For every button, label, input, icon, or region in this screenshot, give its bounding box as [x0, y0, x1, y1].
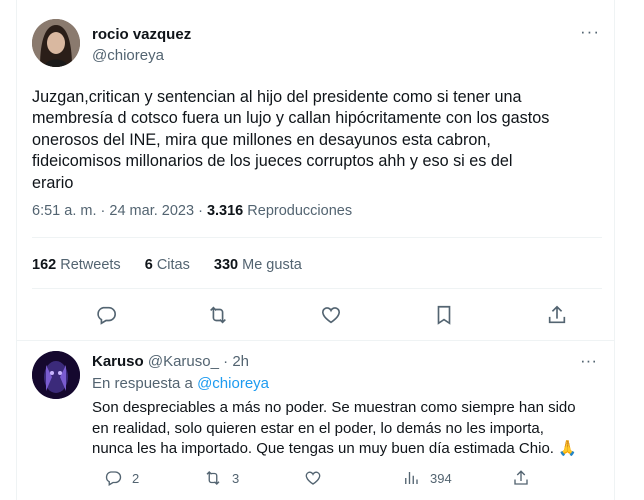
reply-replies-count: 2 [132, 470, 140, 486]
reply-text: Son despreciables a más no poder. Se mue… [92, 399, 577, 457]
bookmark-icon[interactable] [430, 301, 458, 329]
reply-time[interactable]: 2h [232, 353, 249, 370]
like-icon[interactable] [317, 301, 345, 329]
reply-share-button[interactable] [512, 467, 530, 489]
tweet-date[interactable]: 24 mar. 2023 [109, 203, 194, 219]
meta-separator: · [198, 203, 203, 219]
like-icon [304, 469, 322, 487]
reply-author-name[interactable]: Karuso [92, 353, 144, 370]
tweet-time[interactable]: 6:51 a. m. [32, 203, 96, 219]
reply-retweet-button[interactable]: 3 [204, 467, 239, 489]
tweet-meta: 6:51 a. m. · 24 mar. 2023 · 3.316 Reprod… [32, 203, 352, 219]
divider [17, 340, 614, 341]
retweet-icon[interactable] [204, 301, 232, 329]
reply-retweets-count: 3 [232, 470, 240, 486]
views-count: 3.316 [206, 203, 244, 219]
tweet-text: Juzgan,critican y sentencian al hijo del… [32, 88, 550, 192]
divider [32, 288, 602, 289]
share-icon[interactable] [543, 301, 571, 329]
reply-header: Karuso @Karuso_ · 2h [92, 353, 249, 370]
share-icon [512, 469, 530, 487]
meta-separator: · [100, 203, 106, 219]
likes-stat[interactable]: 330 Me gusta [214, 257, 302, 273]
reply-actions: 2 3 394 [92, 467, 592, 489]
retweets-stat[interactable]: 162 Retweets [32, 257, 121, 273]
author-handle[interactable]: @chioreya [92, 47, 164, 64]
reply-icon[interactable] [92, 301, 120, 329]
views-icon [402, 469, 420, 487]
author-avatar[interactable] [32, 19, 80, 67]
reply-icon [104, 469, 122, 487]
reply-views-button[interactable]: 394 [402, 467, 452, 489]
more-options-button[interactable]: ··· [580, 23, 600, 40]
in-reply-to: En respuesta a @chioreya [92, 375, 269, 392]
retweet-icon [204, 469, 222, 487]
reply-like-button[interactable] [304, 467, 332, 489]
tweet-actions [32, 301, 602, 329]
divider [32, 237, 602, 238]
reply-views-count: 394 [430, 470, 452, 486]
reply-author-avatar[interactable] [32, 351, 80, 399]
reply-author-handle[interactable]: @Karuso_ [148, 353, 219, 370]
reply-more-options-button[interactable]: ··· [580, 352, 597, 369]
reply-reply-button[interactable]: 2 [104, 467, 139, 489]
reply-separator: · [223, 353, 229, 370]
in-reply-prefix: En respuesta a [92, 375, 193, 392]
views-label: Reproducciones [247, 203, 353, 219]
in-reply-handle-link[interactable]: @chioreya [197, 375, 269, 392]
quotes-stat[interactable]: 6 Citas [145, 257, 190, 273]
author-name[interactable]: rocio vazquez [92, 26, 191, 43]
tweet-thread-column: rocio vazquez @chioreya ··· Juzgan,criti… [16, 0, 615, 500]
tweet-stats: 162 Retweets 6 Citas 330 Me gusta [32, 257, 322, 273]
